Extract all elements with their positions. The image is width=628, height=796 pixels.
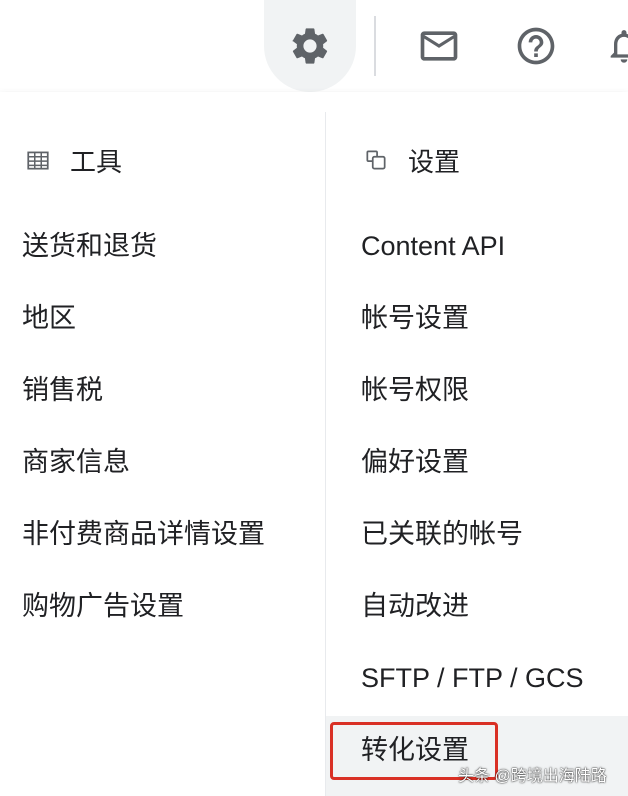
menu-item-shopping-ads[interactable]: 购物广告设置 xyxy=(22,584,184,628)
settings-section-header: 设置 xyxy=(362,140,460,180)
menu-item-content-api[interactable]: Content API xyxy=(361,224,505,268)
watermark: 头条 @跨境出海陆路 xyxy=(458,768,607,785)
menu-item-preferences[interactable]: 偏好设置 xyxy=(361,440,469,484)
help-button[interactable] xyxy=(510,20,562,72)
menu-item-shipping-returns[interactable]: 送货和退货 xyxy=(22,224,157,268)
copy-icon xyxy=(362,146,390,174)
top-bar xyxy=(0,0,628,92)
settings-button[interactable] xyxy=(284,20,336,72)
menu-item-business-info[interactable]: 商家信息 xyxy=(22,440,130,484)
menu-item-sftp-ftp-gcs[interactable]: SFTP / FTP / GCS xyxy=(361,656,584,700)
menu-item-sales-tax[interactable]: 销售税 xyxy=(22,368,103,412)
tools-header-label: 工具 xyxy=(70,146,123,177)
toolbar-divider xyxy=(374,16,376,76)
menu-item-account-settings[interactable]: 帐号设置 xyxy=(361,296,469,340)
tools-section-header: 工具 xyxy=(24,140,122,180)
column-divider xyxy=(325,112,326,796)
gear-icon xyxy=(292,28,328,64)
bell-icon xyxy=(610,30,628,63)
notifications-button[interactable] xyxy=(604,20,628,72)
help-icon xyxy=(517,27,555,65)
mail-icon xyxy=(420,31,458,61)
mail-button[interactable] xyxy=(412,20,466,72)
menu-item-auto-improvements[interactable]: 自动改进 xyxy=(361,584,469,628)
grid-icon xyxy=(24,146,52,174)
menu-item-free-listings[interactable]: 非付费商品详情设置 xyxy=(22,512,265,556)
menu-item-account-access[interactable]: 帐号权限 xyxy=(361,368,469,412)
settings-header-label: 设置 xyxy=(408,146,461,177)
menu-item-regions[interactable]: 地区 xyxy=(22,296,76,340)
menu-item-linked-accounts[interactable]: 已关联的帐号 xyxy=(361,512,523,556)
